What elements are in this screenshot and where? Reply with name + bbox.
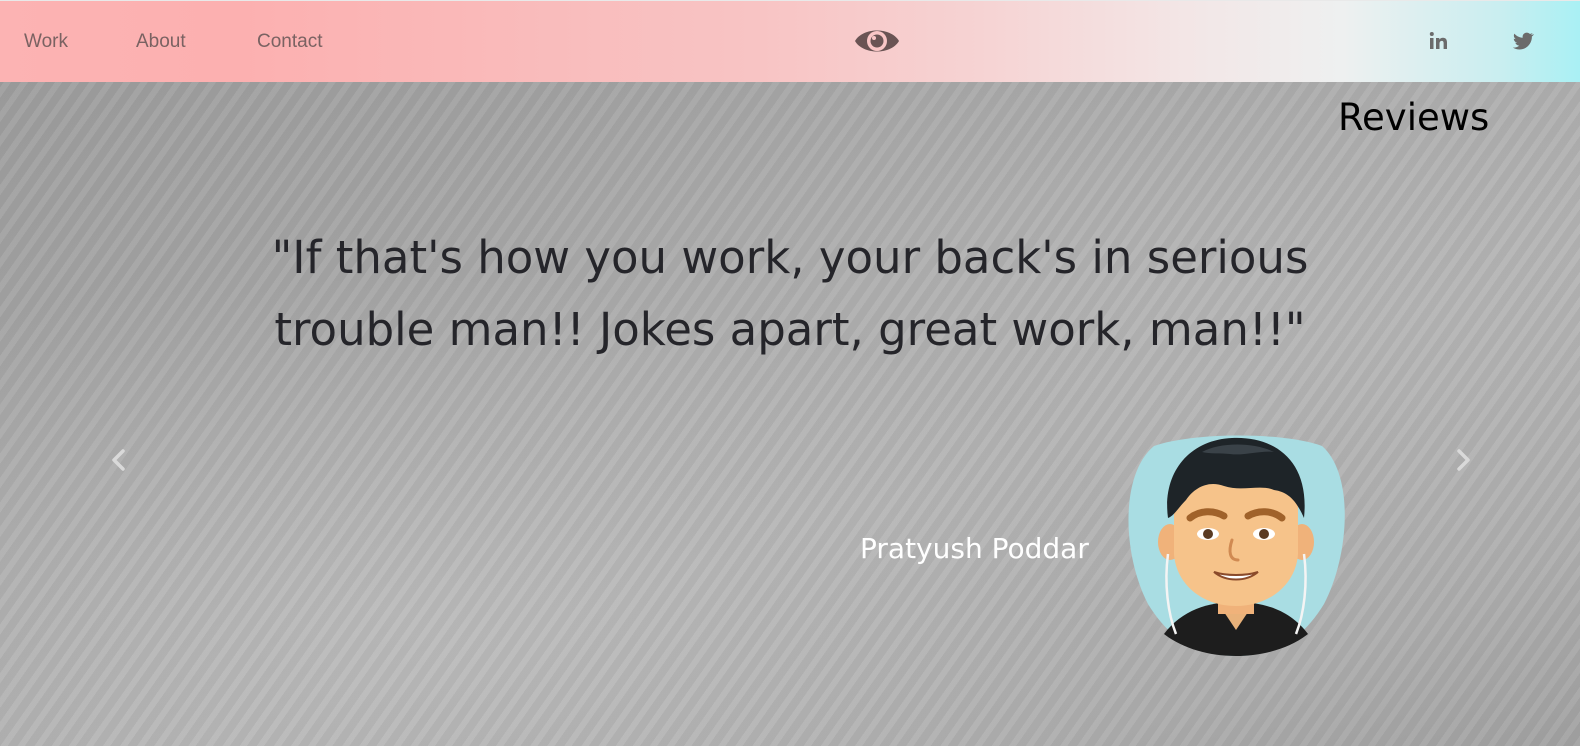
top-navbar: Work About Contact (0, 0, 1580, 82)
section-title: Reviews (1338, 96, 1490, 139)
nav-link-about[interactable]: About (136, 31, 186, 53)
reviews-section: Reviews "If that's how you work, your ba… (0, 82, 1580, 746)
twitter-icon[interactable] (1511, 29, 1535, 53)
reviewer-name: Pratyush Poddar (860, 532, 1089, 565)
avatar (1128, 435, 1345, 656)
review-quote: "If that's how you work, your back's in … (271, 231, 1309, 356)
eye-icon[interactable] (853, 23, 901, 59)
chevron-right-icon[interactable] (1451, 447, 1475, 473)
linkedin-icon[interactable] (1427, 29, 1451, 53)
chevron-left-icon[interactable] (107, 447, 131, 473)
nav-link-contact[interactable]: Contact (257, 31, 322, 53)
nav-link-work[interactable]: Work (24, 31, 68, 53)
